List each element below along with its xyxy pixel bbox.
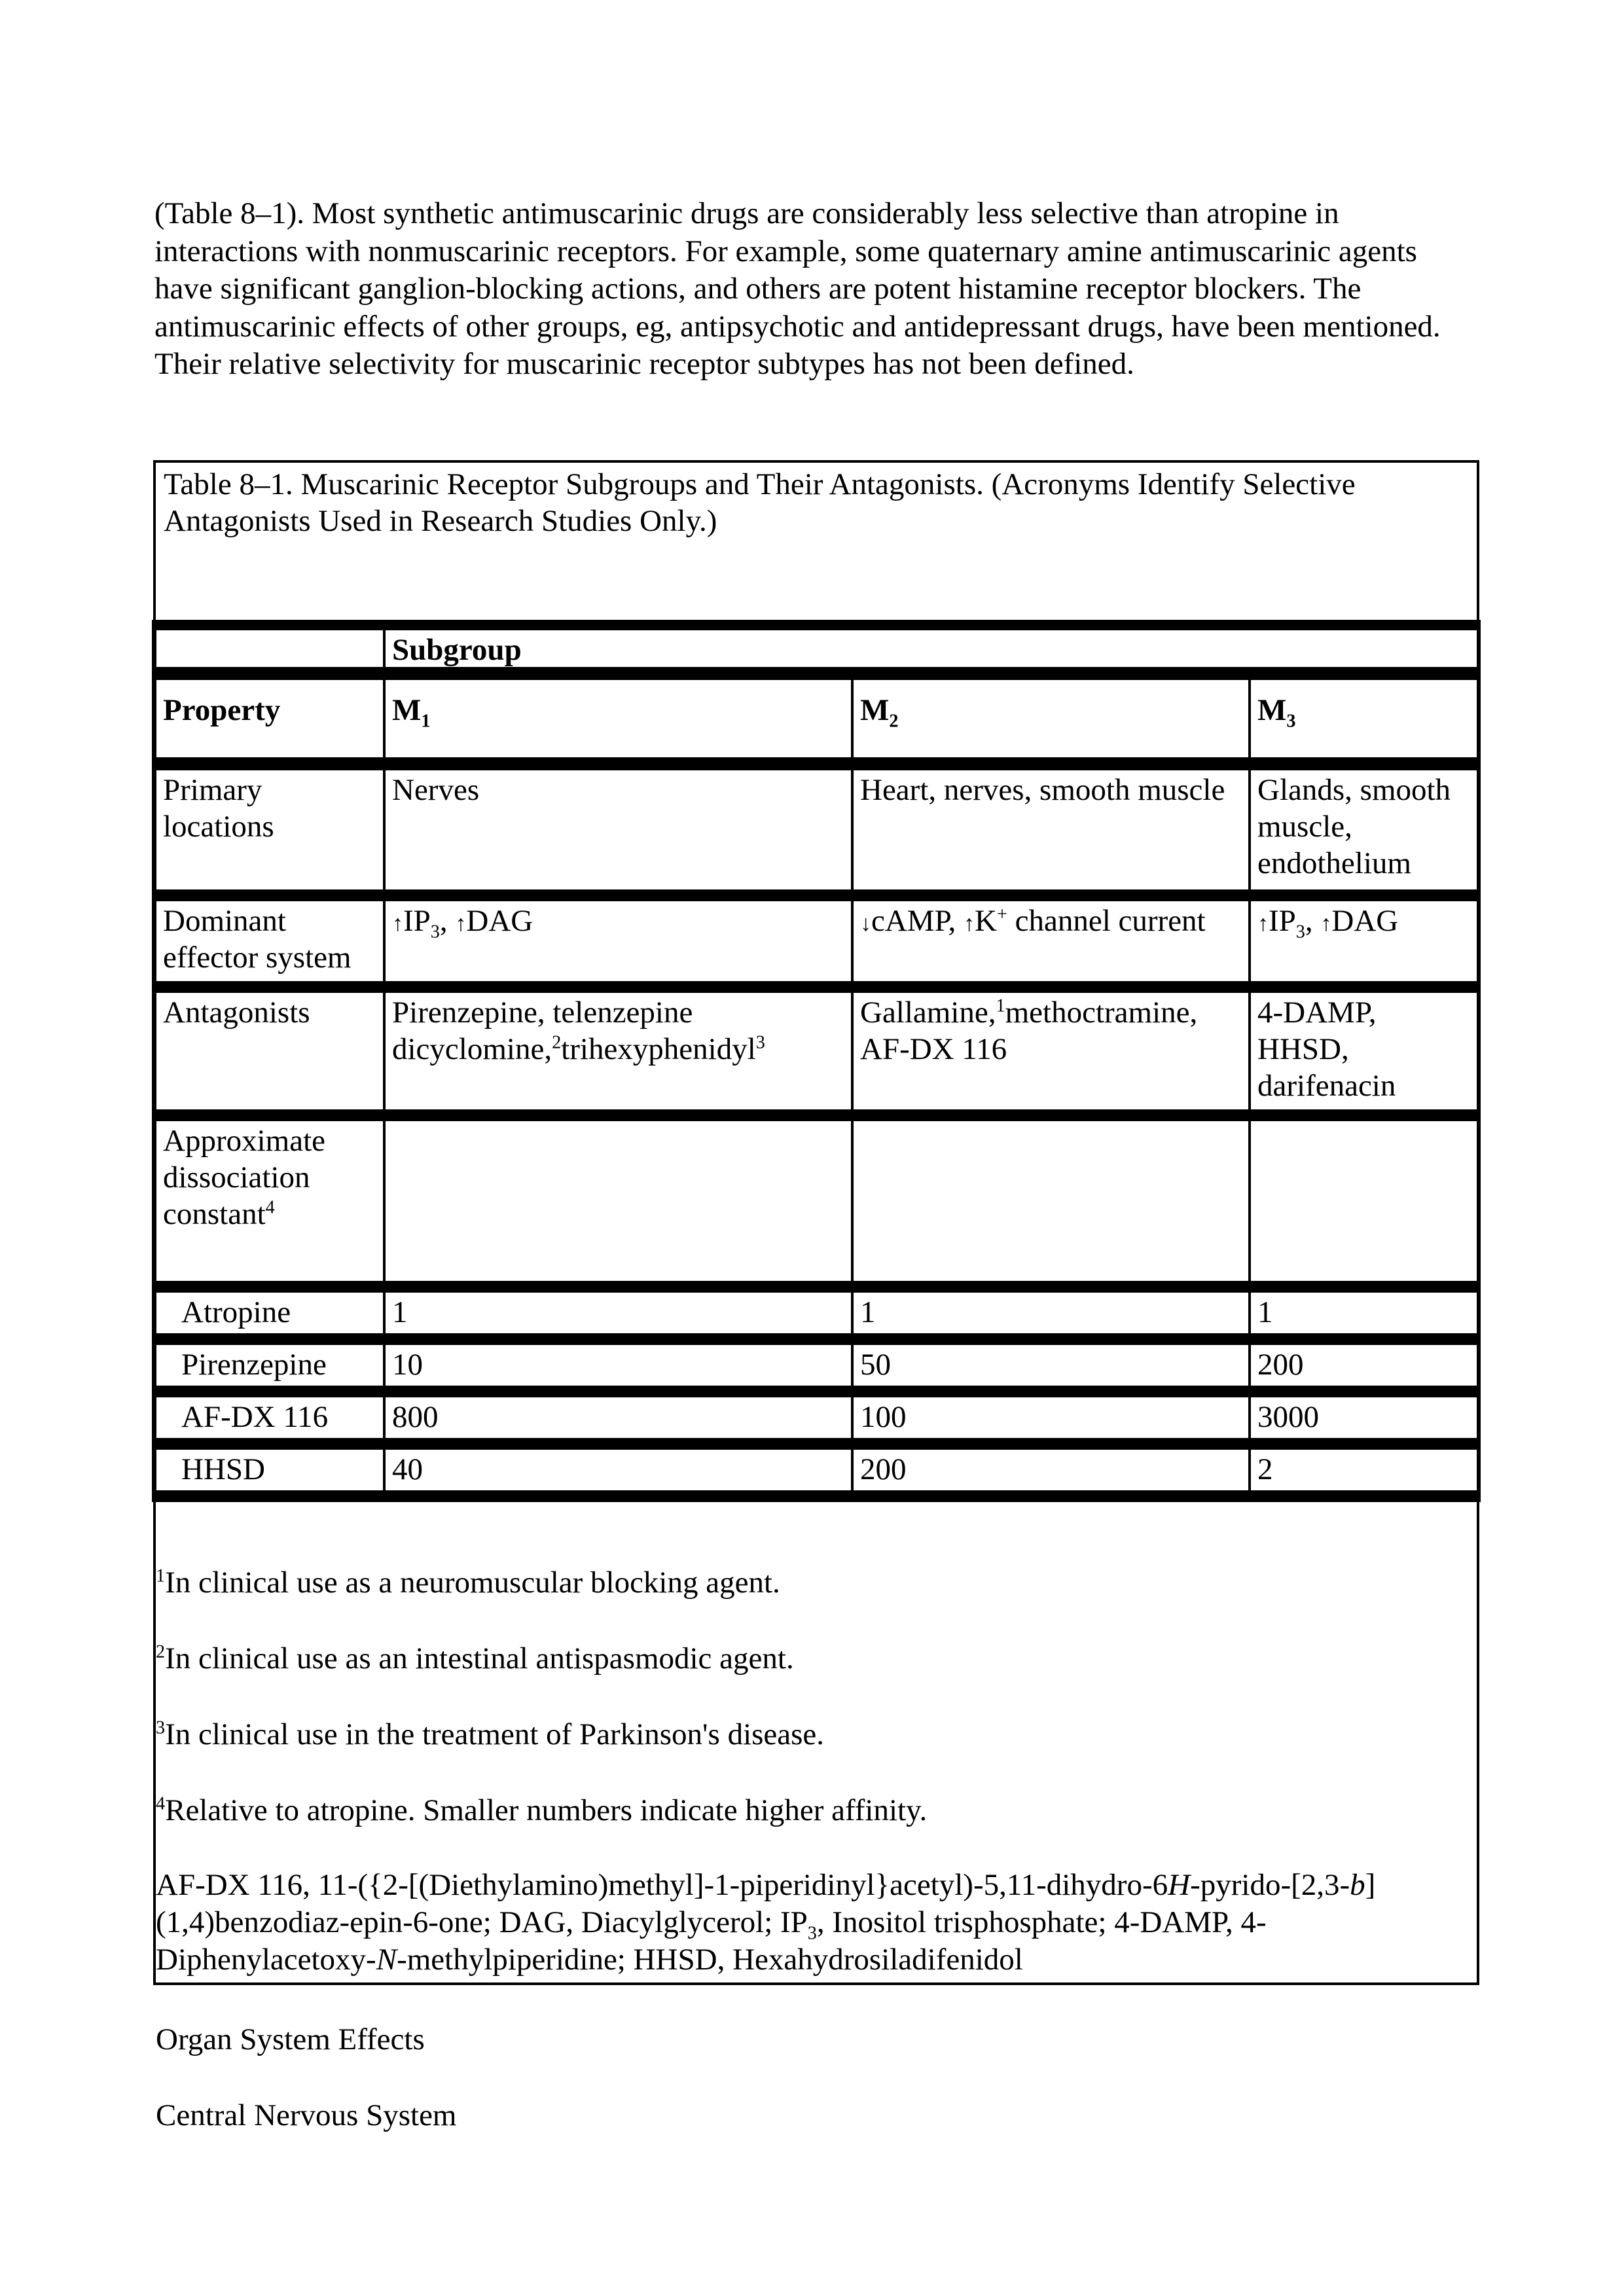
section-heading-organ-system-effects: Organ System Effects xyxy=(156,2022,425,2056)
up-arrow-icon: ↑ xyxy=(392,912,403,936)
cell-m3: 1 xyxy=(1248,1293,1481,1333)
receptor-table: Subgroup Property M1 M2 M3 Primary locat… xyxy=(152,620,1481,1502)
table-row-drug: HHSD 40 200 2 xyxy=(152,1450,1481,1490)
row-divider xyxy=(152,1333,1481,1345)
drug-name: AF-DX 116 xyxy=(152,1397,383,1438)
property-header-row: Property M1 M2 M3 xyxy=(152,680,1481,757)
cell-m1: Nerves xyxy=(383,770,851,889)
row-label: Approximate dissociation constant4 xyxy=(152,1121,383,1281)
row-divider xyxy=(152,1438,1481,1450)
section-heading-central-nervous-system: Central Nervous System xyxy=(156,2098,457,2132)
up-arrow-icon: ↑ xyxy=(1320,912,1332,936)
row-divider xyxy=(152,1386,1481,1397)
column-header-m1: M1 xyxy=(383,680,851,757)
cell-m3: 200 xyxy=(1248,1345,1481,1386)
down-arrow-icon: ↓ xyxy=(860,912,871,936)
column-header-m3: M3 xyxy=(1248,680,1481,757)
up-arrow-icon: ↑ xyxy=(964,912,975,936)
table-row-drug: Atropine 1 1 1 xyxy=(152,1293,1481,1333)
cell-m2: 50 xyxy=(851,1345,1248,1386)
cell-m1: 1 xyxy=(383,1293,851,1333)
table-title: Table 8–1. Muscarinic Receptor Subgroups… xyxy=(164,467,1356,538)
row-divider xyxy=(152,1109,1481,1121)
cell-m1 xyxy=(383,1121,851,1281)
table-row-dominant-effector: Dominant effector system ↑IP3, ↑DAG ↓cAM… xyxy=(152,901,1481,981)
cell-m3: 4-DAMP, HHSD, darifenacin xyxy=(1248,993,1481,1109)
cell-m1: 800 xyxy=(383,1397,851,1438)
cell-m3: ↑IP3, ↑DAG xyxy=(1248,901,1481,981)
cell-m2: ↓cAMP, ↑K+ channel current xyxy=(851,901,1248,981)
up-arrow-icon: ↑ xyxy=(455,912,467,936)
intro-paragraph: (Table 8–1). Most synthetic antimuscarin… xyxy=(154,196,1441,381)
cell-m1: 10 xyxy=(383,1345,851,1386)
row-divider xyxy=(152,889,1481,901)
table-row-drug: AF-DX 116 800 100 3000 xyxy=(152,1397,1481,1438)
column-header-m2: M2 xyxy=(851,680,1248,757)
up-arrow-icon: ↑ xyxy=(1257,912,1269,936)
row-divider xyxy=(152,1281,1481,1293)
footnote: 1In clinical use as a neuromuscular bloc… xyxy=(156,1566,780,1600)
row-divider xyxy=(152,620,1481,630)
table-row-antagonists: Antagonists Pirenzepine, telenzepine dic… xyxy=(152,993,1481,1109)
cell-m1: ↑IP3, ↑DAG xyxy=(383,901,851,981)
row-divider xyxy=(152,667,1481,680)
cell-m2 xyxy=(851,1121,1248,1281)
row-divider xyxy=(152,981,1481,993)
cell-m2: 1 xyxy=(851,1293,1248,1333)
abbreviations-note: AF-DX 116, 11-({2-[(Diethylamino)methyl]… xyxy=(156,1868,1376,1977)
property-header: Property xyxy=(152,680,383,757)
footnote: 2In clinical use as an intestinal antisp… xyxy=(156,1641,794,1676)
table-row-primary-locations: Primary locations Nerves Heart, nerves, … xyxy=(152,770,1481,889)
table-row-drug: Pirenzepine 10 50 200 xyxy=(152,1345,1481,1386)
drug-name: Atropine xyxy=(152,1293,383,1333)
cell-m1: 40 xyxy=(383,1450,851,1490)
cell-m2: Heart, nerves, smooth muscle xyxy=(851,770,1248,889)
row-label: Primary locations xyxy=(152,770,383,889)
cell-m3: Glands, smooth muscle, endothelium xyxy=(1248,770,1481,889)
drug-name: HHSD xyxy=(152,1450,383,1490)
cell-m2: 200 xyxy=(851,1450,1248,1490)
empty-header-cell xyxy=(152,630,383,667)
subgroup-header: Subgroup xyxy=(383,630,1481,667)
footnote: 3In clinical use in the treatment of Par… xyxy=(156,1717,825,1751)
cell-m2: 100 xyxy=(851,1397,1248,1438)
row-label: Antagonists xyxy=(152,993,383,1109)
drug-name: Pirenzepine xyxy=(152,1345,383,1386)
row-divider xyxy=(152,757,1481,770)
cell-m2: Gallamine,1methoctramine, AF-DX 116 xyxy=(851,993,1248,1109)
subgroup-header-row: Subgroup xyxy=(152,630,1481,667)
table-row-dissociation: Approximate dissociation constant4 xyxy=(152,1121,1481,1281)
footnote: 4Relative to atropine. Smaller numbers i… xyxy=(156,1793,928,1827)
row-divider xyxy=(152,1490,1481,1502)
cell-m1: Pirenzepine, telenzepine dicyclomine,2tr… xyxy=(383,993,851,1109)
row-label: Dominant effector system xyxy=(152,901,383,981)
cell-m3: 2 xyxy=(1248,1450,1481,1490)
cell-m3 xyxy=(1248,1121,1481,1281)
cell-m3: 3000 xyxy=(1248,1397,1481,1438)
